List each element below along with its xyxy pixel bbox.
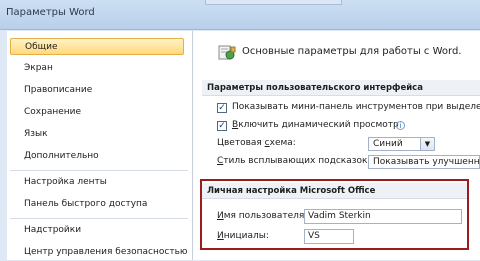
mini-toolbar-label: Показывать мини-панель инструментов при … (232, 102, 480, 112)
options-icon (218, 45, 236, 60)
sidebar-item-display[interactable]: Экран (10, 60, 184, 77)
initials-input[interactable]: VS (304, 229, 354, 244)
initials-label: Инициалы: (217, 231, 269, 241)
sidebar-item-language[interactable]: Язык (10, 126, 184, 143)
live-preview-checkbox[interactable]: ✓ (217, 121, 227, 131)
background-window-edge (205, 0, 342, 5)
personalize-office-highlight: Личная настройка Microsoft Office Имя по… (200, 179, 469, 250)
color-scheme-select[interactable]: Синий ▼ (368, 137, 435, 151)
window-title: Параметры Word (6, 7, 95, 18)
live-preview-label: Включить динамический просмотр (232, 120, 399, 130)
username-input[interactable]: Vadim Sterkin (304, 209, 462, 224)
sidebar-divider (10, 218, 188, 219)
sidebar-item-trust-center[interactable]: Центр управления безопасностью (10, 244, 187, 261)
mini-toolbar-checkbox[interactable]: ✓ (217, 103, 227, 113)
info-icon[interactable]: i (396, 121, 405, 130)
sidebar-item-advanced[interactable]: Дополнительно (10, 148, 184, 165)
chevron-down-icon: ▼ (420, 138, 434, 150)
title-bar: Параметры Word (0, 0, 480, 30)
panel-heading: Основные параметры для работы с Word. (242, 46, 462, 57)
settings-panel: Основные параметры для работы с Word. Па… (193, 31, 480, 260)
sidebar-item-addins[interactable]: Надстройки (10, 222, 184, 239)
office-group-title: Личная настройка Microsoft Office (202, 183, 467, 199)
tooltip-style-select[interactable]: Показывать улучшенные (368, 155, 480, 169)
color-scheme-label: Цветовая схема: (217, 138, 296, 148)
username-label: Имя пользователя: (217, 211, 308, 221)
sidebar-item-proofing[interactable]: Правописание (10, 82, 184, 99)
sidebar-item-save[interactable]: Сохранение (10, 104, 184, 121)
ui-options-group-title: Параметры пользовательского интерфейса (202, 80, 480, 96)
sidebar-item-general[interactable]: Общие (10, 38, 184, 55)
tooltip-style-value: Показывать улучшенные (373, 157, 480, 167)
sidebar-nav: Общие Экран Правописание Сохранение Язык… (7, 31, 193, 260)
sidebar-divider (10, 170, 188, 171)
color-scheme-value: Синий (373, 139, 403, 149)
sidebar-item-customize-ribbon[interactable]: Настройка ленты (10, 174, 184, 191)
sidebar-item-quick-access-toolbar[interactable]: Панель быстрого доступа (10, 196, 184, 213)
tooltip-style-label: Стиль всплывающих подсказок: (217, 156, 371, 166)
